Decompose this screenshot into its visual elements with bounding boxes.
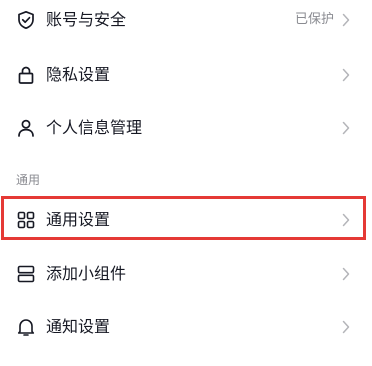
bell-icon [16, 317, 36, 337]
general-settings-label: 通用设置 [46, 210, 111, 229]
protection-status: 已保护 [294, 12, 334, 27]
personal-info-row[interactable]: 个人信息管理 [0, 102, 372, 154]
section-header-general: 通用 [16, 173, 41, 187]
privacy-settings-label: 隐私设置 [46, 65, 111, 84]
add-widget-label: 添加小组件 [46, 264, 127, 283]
chevron-right-icon [342, 68, 350, 82]
notification-settings-label: 通知设置 [46, 317, 111, 336]
privacy-settings-row[interactable]: 隐私设置 [0, 49, 372, 101]
general-settings-row[interactable]: 通用设置 [0, 196, 372, 244]
personal-info-label: 个人信息管理 [46, 118, 143, 137]
lock-icon [16, 65, 36, 85]
chevron-right-icon [342, 121, 350, 135]
chevron-right-icon [342, 213, 350, 227]
account-security-label: 账号与安全 [46, 10, 127, 29]
grid-icon [16, 210, 36, 230]
chevron-right-icon [342, 320, 350, 334]
person-icon [16, 118, 36, 138]
notification-settings-row[interactable]: 通知设置 [0, 301, 372, 353]
shield-check-icon [16, 10, 36, 30]
account-security-row[interactable]: 账号与安全 已保护 [0, 0, 372, 49]
widget-icon [16, 264, 36, 284]
chevron-right-icon [342, 13, 350, 27]
chevron-right-icon [342, 267, 350, 281]
add-widget-row[interactable]: 添加小组件 [0, 248, 372, 300]
